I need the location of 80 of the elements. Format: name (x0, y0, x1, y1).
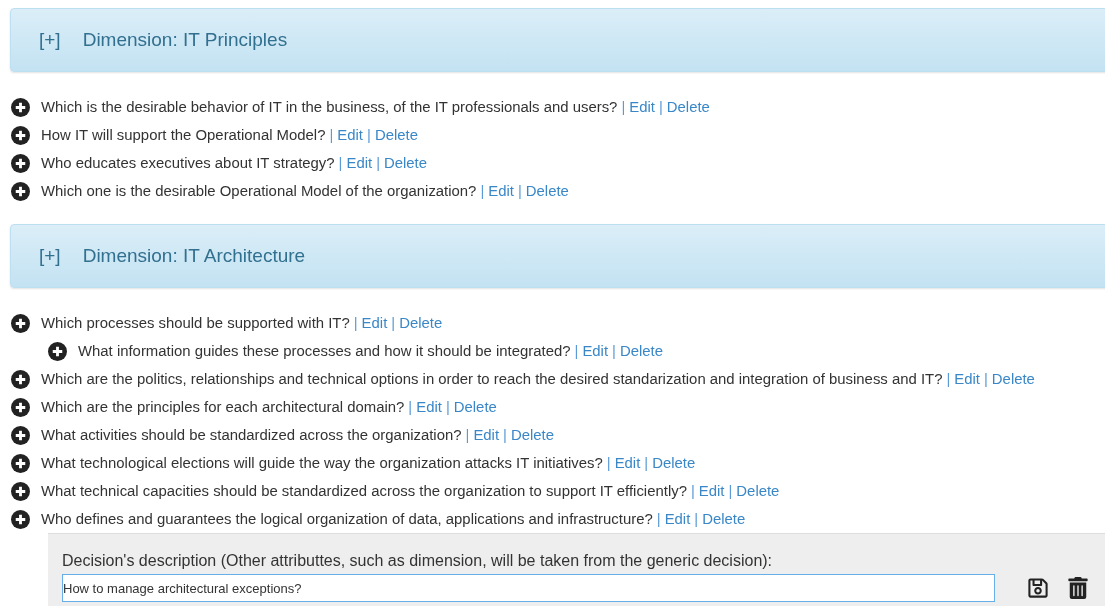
expand-toggle[interactable]: [+] (39, 29, 61, 51)
expand-icon[interactable] (11, 509, 30, 529)
edit-link[interactable]: Edit (664, 511, 691, 527)
separator: | (445, 399, 450, 415)
edit-link[interactable]: Edit (698, 483, 725, 499)
expand-icon[interactable] (11, 397, 30, 417)
expand-icon[interactable] (11, 425, 30, 445)
decision-text: What technical capacities should be standardized across the organization to support IT efficiently? (41, 483, 687, 499)
delete-link[interactable]: Delete (991, 371, 1035, 387)
edit-link[interactable]: Edit (614, 455, 641, 471)
edit-link[interactable]: Edit (361, 315, 388, 331)
delete-link[interactable]: Delete (525, 183, 569, 199)
edit-link[interactable]: Edit (629, 99, 655, 115)
expand-icon[interactable] (11, 97, 30, 117)
delete-link[interactable]: Delete (736, 483, 780, 499)
decision-text: Which processes should be supported with IT? (41, 315, 350, 331)
edit-link[interactable]: Edit (488, 183, 514, 199)
expand-icon[interactable] (11, 481, 30, 501)
edit-link[interactable]: Edit (346, 155, 373, 171)
separator: | (353, 315, 358, 331)
delete-link[interactable]: Delete (666, 99, 710, 115)
separator: | (574, 343, 579, 359)
delete-link[interactable]: Delete (652, 455, 696, 471)
save-icon[interactable] (1027, 577, 1049, 599)
separator: | (606, 455, 611, 471)
delete-link[interactable]: Delete (510, 427, 554, 443)
separator: | (391, 315, 396, 331)
separator: | (983, 371, 988, 387)
separator: | (658, 99, 663, 115)
delete-link[interactable]: Delete (619, 343, 663, 359)
dimension-title: Dimension: IT Principles (82, 29, 288, 51)
separator: | (408, 399, 413, 415)
field-label: Decision's description (Other attributtes, such as dimension, will be taken from the generic decision): (62, 552, 774, 570)
edit-link[interactable]: Edit (954, 371, 980, 387)
delete-link[interactable]: Delete (384, 155, 428, 171)
edit-link[interactable]: Edit (337, 127, 363, 143)
expand-icon[interactable] (11, 181, 30, 201)
separator: | (656, 511, 661, 527)
expand-icon[interactable] (48, 341, 67, 361)
separator: | (946, 371, 951, 387)
edit-link[interactable]: Edit (473, 427, 500, 443)
delete-link[interactable]: Delete (399, 315, 443, 331)
delete-link[interactable]: Delete (453, 399, 497, 415)
description-field[interactable]: How to manage architectural exceptions? (62, 574, 995, 602)
decision-text: Which one is the desirable Operational Model of the organization? (41, 183, 477, 199)
separator: | (338, 155, 343, 171)
separator: | (329, 127, 334, 143)
expand-icon[interactable] (11, 313, 30, 333)
separator: | (376, 155, 380, 171)
separator: | (612, 343, 616, 359)
decision-text: What information guides these processes and how it should be integrated? (78, 343, 571, 359)
separator: | (480, 183, 485, 199)
separator: | (367, 127, 371, 143)
decision-text: Who educates executives about IT strategy? (41, 155, 335, 171)
delete-link[interactable]: Delete (702, 511, 746, 527)
edit-link[interactable]: Edit (582, 343, 609, 359)
expand-icon[interactable] (11, 453, 30, 473)
decision-text: What activities should be standardized across the organization? (41, 427, 462, 443)
expand-icon[interactable] (11, 125, 30, 145)
delete-link[interactable]: Delete (374, 127, 418, 143)
trash-icon[interactable] (1067, 577, 1089, 599)
decision-text: Which is the desirable behavior of IT in the business, of the IT professionals and users? (41, 99, 618, 115)
expand-icon[interactable] (11, 369, 30, 389)
decision-text: Which are the principles for each architectural domain? (41, 399, 405, 415)
separator: | (694, 511, 699, 527)
separator: | (728, 483, 733, 499)
decision-text: Which are the politics, relationships and technical options in order to reach the desired standarization and integration of business and IT? (41, 371, 943, 387)
separator: | (690, 483, 695, 499)
separator: | (517, 183, 522, 199)
separator: | (644, 455, 649, 471)
separator: | (621, 99, 626, 115)
decision-text: What technological elections will guide the way the organization attacks IT initiatives? (41, 455, 603, 471)
decision-text: How IT will support the Operational Model? (41, 127, 326, 143)
expand-toggle[interactable]: [+] (39, 245, 61, 267)
separator: | (465, 427, 470, 443)
dimension-title: Dimension: IT Architecture (82, 245, 306, 267)
decision-text: Who defines and guarantees the logical organization of data, applications and infrastructure? (41, 511, 653, 527)
edit-link[interactable]: Edit (416, 399, 442, 415)
expand-icon[interactable] (11, 153, 30, 173)
separator: | (503, 427, 507, 443)
